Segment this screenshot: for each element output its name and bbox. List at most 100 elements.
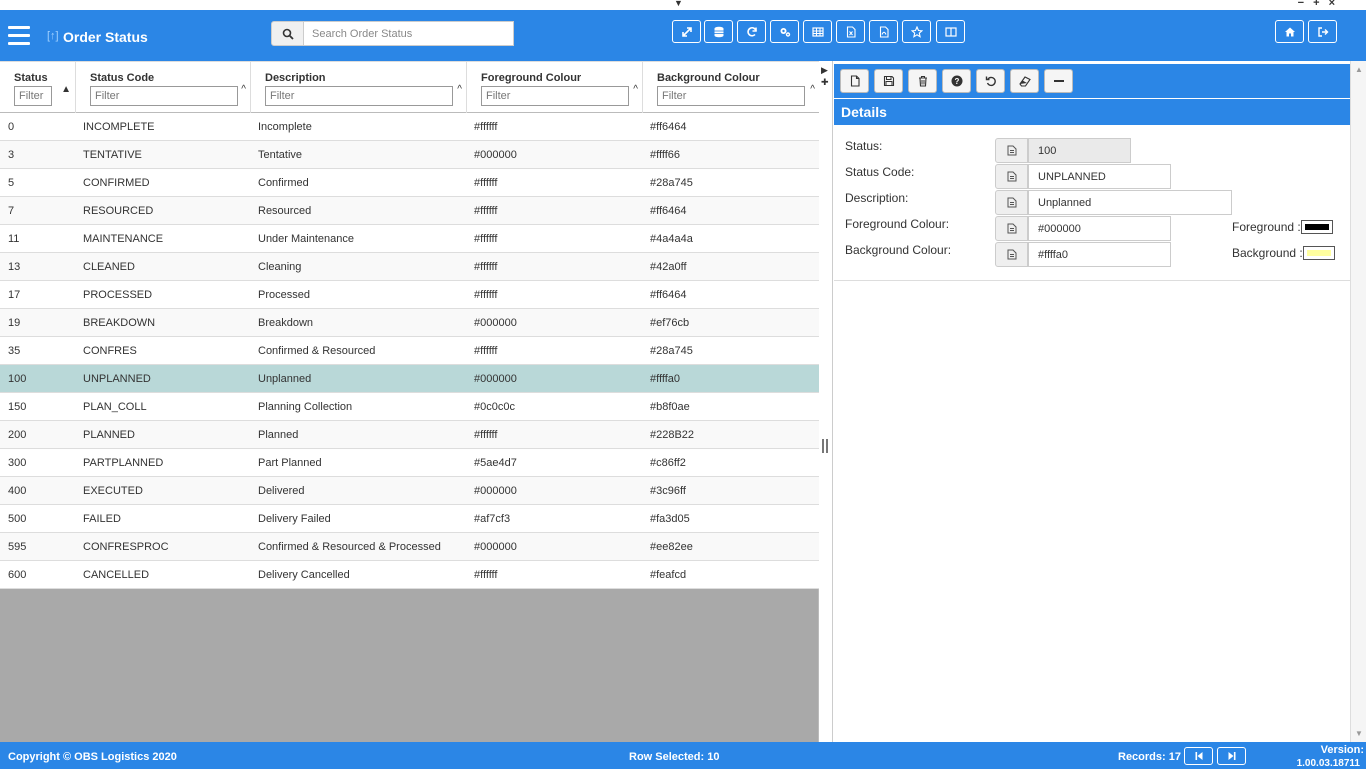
background-colour-field[interactable]: #ffffa0: [1028, 242, 1171, 267]
table-cell-desc: Delivery Failed: [258, 513, 331, 525]
status-code-field[interactable]: UNPLANNED: [1028, 164, 1171, 189]
table-cell-desc: Planning Collection: [258, 401, 353, 413]
column-header-background-colour[interactable]: Background Colour ^: [643, 62, 819, 114]
columns-icon: [944, 26, 957, 37]
filter-foreground-input[interactable]: [481, 86, 629, 106]
first-page-button[interactable]: [1184, 747, 1213, 765]
table-row[interactable]: 400 EXECUTED Delivered #000000 #3c96ff: [0, 477, 819, 505]
sort-icon[interactable]: ^: [810, 84, 815, 95]
delete-button[interactable]: [908, 69, 937, 93]
app-header: [↑] Order Status: [0, 10, 1366, 61]
table-row[interactable]: 0 INCOMPLETE Incomplete #ffffff #ff6464: [0, 113, 819, 141]
table-row[interactable]: 595 CONFRESPROC Confirmed & Resourced & Pr…: [0, 533, 819, 561]
foreground-colour-field[interactable]: #000000: [1028, 216, 1171, 241]
table-row[interactable]: 150 PLAN_COLL Planning Collection #0c0c0c #b…: [0, 393, 819, 421]
column-label: Background Colour: [657, 72, 760, 84]
order-status-grid: Status ▲ Status Code ^ Description ^ For…: [0, 61, 819, 742]
search-button[interactable]: [271, 21, 304, 46]
row-selected-text: Row Selected: 10: [629, 751, 720, 763]
pin-icon[interactable]: ✚: [821, 77, 829, 88]
window-controls[interactable]: − + ×: [1298, 0, 1338, 9]
table-row[interactable]: 11 MAINTENANCE Under Maintenance #ffffff #4a…: [0, 225, 819, 253]
table-cell-code: RESOURCED: [83, 205, 154, 217]
table-row[interactable]: 500 FAILED Delivery Failed #af7cf3 #fa3d05: [0, 505, 819, 533]
sort-icon[interactable]: ^: [457, 84, 462, 95]
export-pdf-button[interactable]: [869, 20, 898, 43]
export-excel-button[interactable]: [836, 20, 865, 43]
table-cell-code: CONFIRMED: [83, 177, 150, 189]
filter-background-input[interactable]: [657, 86, 805, 106]
column-header-status[interactable]: Status ▲: [0, 62, 76, 114]
table-cell-desc: Cleaning: [258, 261, 302, 273]
details-scrollbar[interactable]: ▲ ▼: [1350, 61, 1366, 742]
table-row[interactable]: 300 PARTPLANNED Part Planned #5ae4d7 #c86ff2: [0, 449, 819, 477]
table-row[interactable]: 13 CLEANED Cleaning #ffffff #42a0ff: [0, 253, 819, 281]
description-field[interactable]: Unplanned: [1028, 190, 1232, 215]
foreground-colour-swatch[interactable]: [1301, 220, 1333, 234]
document-icon: [1007, 171, 1016, 182]
filter-status-input[interactable]: [14, 86, 52, 106]
grid-view-button[interactable]: [803, 20, 832, 43]
collapse-button[interactable]: [1044, 69, 1073, 93]
table-row[interactable]: 5 CONFIRMED Confirmed #ffffff #28a745: [0, 169, 819, 197]
new-record-button[interactable]: [840, 69, 869, 93]
table-cell-desc: Resourced: [258, 205, 312, 217]
table-row[interactable]: 35 CONFRES Confirmed & Resourced #ffffff #28…: [0, 337, 819, 365]
table-cell-desc: Delivery Cancelled: [258, 569, 350, 581]
table-row[interactable]: 7 RESOURCED Resourced #ffffff #ff6464: [0, 197, 819, 225]
scroll-up-icon[interactable]: ▲: [1355, 65, 1363, 74]
database-button[interactable]: [704, 20, 733, 43]
column-header-foreground-colour[interactable]: Foreground Colour ^: [467, 62, 643, 114]
table-row[interactable]: 600 CANCELLED Delivery Cancelled #ffffff #fe…: [0, 561, 819, 589]
split-view-button[interactable]: [936, 20, 965, 43]
table-cell-status: 0: [8, 121, 15, 133]
table-cell-bg: #28a745: [650, 345, 693, 357]
document-icon: [1007, 249, 1016, 260]
clear-button[interactable]: [1010, 69, 1039, 93]
table-cell-status: 5: [8, 177, 15, 189]
hamburger-menu-icon[interactable]: [8, 26, 30, 45]
column-label: Status: [14, 72, 48, 84]
settings-button[interactable]: [770, 20, 799, 43]
filter-description-input[interactable]: [265, 86, 453, 106]
table-cell-fg: #ffffff: [474, 233, 498, 245]
sort-icon[interactable]: ^: [633, 84, 638, 95]
column-header-description[interactable]: Description ^: [251, 62, 467, 114]
panel-splitter[interactable]: ▶ ✚: [819, 61, 833, 742]
last-page-button[interactable]: [1217, 747, 1246, 765]
table-row[interactable]: 100 UNPLANNED Unplanned #000000 #ffffa0: [0, 365, 819, 393]
logout-button[interactable]: [1308, 20, 1337, 43]
undo-button[interactable]: [976, 69, 1005, 93]
table-row[interactable]: 3 TENTATIVE Tentative #000000 #ffff66: [0, 141, 819, 169]
splitter-grip[interactable]: [822, 439, 828, 453]
home-button[interactable]: [1275, 20, 1304, 43]
expand-right-icon[interactable]: ▶: [821, 65, 828, 76]
expand-icon: [681, 26, 692, 37]
table-cell-bg: #ff6464: [650, 289, 687, 301]
scroll-down-icon[interactable]: ▼: [1355, 729, 1363, 738]
save-button[interactable]: [874, 69, 903, 93]
sign-out-icon: [1317, 26, 1328, 37]
sort-icon[interactable]: ^: [241, 84, 246, 95]
expand-button[interactable]: [672, 20, 701, 43]
table-cell-bg: #3c96ff: [650, 485, 686, 497]
collapse-arrow-icon[interactable]: ▼: [674, 0, 683, 8]
grid-rows: 0 INCOMPLETE Incomplete #ffffff #ff6464 3 TENT…: [0, 113, 819, 589]
favourite-button[interactable]: [902, 20, 931, 43]
table-row[interactable]: 200 PLANNED Planned #ffffff #228B22: [0, 421, 819, 449]
column-header-status-code[interactable]: Status Code ^: [76, 62, 251, 114]
table-cell-desc: Under Maintenance: [258, 233, 355, 245]
filter-status-code-input[interactable]: [90, 86, 238, 106]
table-row[interactable]: 17 PROCESSED Processed #ffffff #ff6464: [0, 281, 819, 309]
background-colour-swatch[interactable]: [1303, 246, 1335, 260]
column-label: Description: [265, 72, 326, 84]
refresh-button[interactable]: [737, 20, 766, 43]
search-input[interactable]: [304, 21, 514, 46]
help-button[interactable]: ?: [942, 69, 971, 93]
status-field[interactable]: 100: [1028, 138, 1131, 163]
search-icon: [282, 28, 294, 40]
table-cell-fg: #ffffff: [474, 345, 498, 357]
table-row[interactable]: 19 BREAKDOWN Breakdown #000000 #ef76cb: [0, 309, 819, 337]
table-cell-code: CLEANED: [83, 261, 135, 273]
sort-asc-icon[interactable]: ▲: [61, 84, 71, 95]
